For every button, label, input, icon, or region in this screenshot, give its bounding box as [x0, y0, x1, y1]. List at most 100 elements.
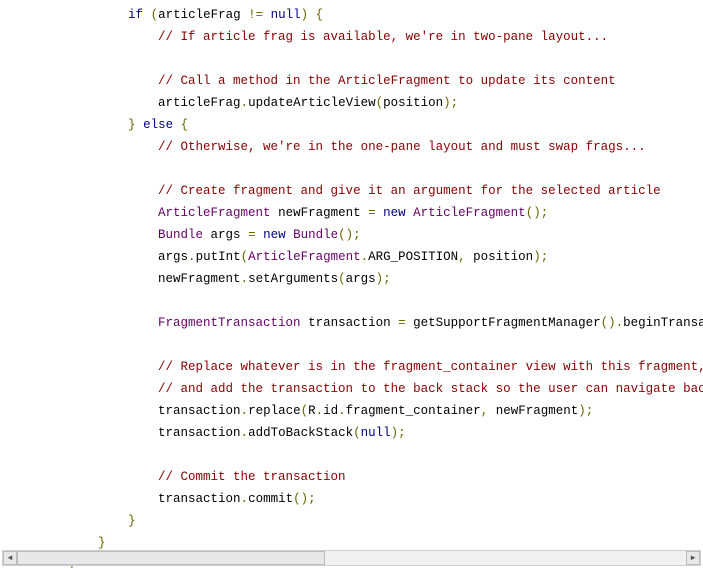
token-pun: . — [338, 404, 346, 418]
code-line: transaction.commit(); — [8, 492, 316, 506]
token-pun: } — [128, 514, 136, 528]
chevron-left-icon: ◄ — [8, 554, 13, 563]
token-pln: R — [308, 404, 316, 418]
token-pln: putInt — [196, 250, 241, 264]
code-line: if (articleFrag != null) { — [8, 8, 323, 22]
code-line — [8, 162, 68, 176]
token-pln — [376, 206, 384, 220]
token-pun: = — [398, 316, 406, 330]
code-line: } else { — [8, 118, 188, 132]
token-typ: ArticleFragment — [248, 250, 361, 264]
token-cmt: // Commit the transaction — [158, 470, 346, 484]
token-pun: . — [241, 426, 249, 440]
token-kw: if — [128, 8, 143, 22]
token-pln: updateArticleView — [248, 96, 376, 110]
token-pun: . — [241, 96, 249, 110]
code-line: newFragment.setArguments(args); — [8, 272, 391, 286]
token-pun: != — [248, 8, 263, 22]
token-pln: newFragment — [158, 272, 241, 286]
token-pun: . — [241, 272, 249, 286]
code-line — [8, 448, 68, 462]
token-pln: articleFrag — [158, 96, 241, 110]
token-pun: (); — [526, 206, 549, 220]
token-cmt: // and add the transaction to the back s… — [158, 382, 703, 396]
token-pun: ); — [376, 272, 391, 286]
code-line: ArticleFragment newFragment = new Articl… — [8, 206, 548, 220]
token-pln — [143, 8, 151, 22]
code-line: transaction.addToBackStack(null); — [8, 426, 406, 440]
token-kw: null — [361, 426, 391, 440]
token-pun: = — [248, 228, 256, 242]
token-pln — [256, 228, 264, 242]
token-pun: . — [316, 404, 324, 418]
token-pln: newFragment — [488, 404, 578, 418]
code-line: } — [8, 514, 136, 528]
token-pln: beginTransac — [623, 316, 703, 330]
code-line: Bundle args = new Bundle(); — [8, 228, 361, 242]
token-pln: args — [346, 272, 376, 286]
token-pln: addToBackStack — [248, 426, 353, 440]
token-pun: ( — [353, 426, 361, 440]
code-line: // Otherwise, we're in the one-pane layo… — [8, 140, 646, 154]
code-line: } — [8, 536, 106, 550]
token-pun: } — [98, 536, 106, 550]
token-pun: (); — [293, 492, 316, 506]
token-typ: Bundle — [158, 228, 203, 242]
token-pun: . — [241, 404, 249, 418]
token-pln: ARG_POSITION — [368, 250, 458, 264]
token-pun: = — [368, 206, 376, 220]
token-pln: position — [466, 250, 534, 264]
token-pun: (). — [601, 316, 624, 330]
token-pln: articleFrag — [158, 8, 248, 22]
token-pln — [173, 118, 181, 132]
token-kw: new — [383, 206, 406, 220]
token-pln: fragment_container — [346, 404, 481, 418]
token-cmt: // Replace whatever is in the fragment_c… — [158, 360, 703, 374]
scroll-left-button[interactable]: ◄ — [3, 551, 17, 565]
scrollbar-thumb[interactable] — [17, 551, 325, 565]
code-line — [8, 294, 68, 308]
token-pln: position — [383, 96, 443, 110]
token-cmt: // Otherwise, we're in the one-pane layo… — [158, 140, 646, 154]
token-pln: replace — [248, 404, 301, 418]
token-pun: (); — [338, 228, 361, 242]
chevron-right-icon: ► — [691, 554, 696, 563]
token-pun: } — [128, 118, 136, 132]
code-viewport: if (articleFrag != null) { // If article… — [0, 0, 703, 568]
token-pln — [136, 118, 144, 132]
token-kw: new — [263, 228, 286, 242]
code-line: // Replace whatever is in the fragment_c… — [8, 360, 703, 374]
token-cmt: // Create fragment and give it an argume… — [158, 184, 661, 198]
token-typ: Bundle — [293, 228, 338, 242]
token-pun: { — [316, 8, 324, 22]
token-pln: transaction — [158, 404, 241, 418]
token-typ: ArticleFragment — [158, 206, 271, 220]
token-pun: . — [241, 492, 249, 506]
token-pln — [263, 8, 271, 22]
token-pun: ); — [578, 404, 593, 418]
token-pln: setArguments — [248, 272, 338, 286]
token-pun: ( — [376, 96, 384, 110]
token-pun: . — [188, 250, 196, 264]
scrollbar-track[interactable] — [17, 551, 686, 565]
token-cmt: // Call a method in the ArticleFragment … — [158, 74, 616, 88]
token-pun: ( — [338, 272, 346, 286]
code-block: if (articleFrag != null) { // If article… — [8, 4, 703, 568]
token-pun: ( — [241, 250, 249, 264]
token-typ: ArticleFragment — [413, 206, 526, 220]
scroll-right-button[interactable]: ► — [686, 551, 700, 565]
horizontal-scrollbar[interactable]: ◄ ► — [2, 550, 701, 566]
token-pln: commit — [248, 492, 293, 506]
token-pln: newFragment — [271, 206, 369, 220]
code-line: // and add the transaction to the back s… — [8, 382, 703, 396]
token-pln — [286, 228, 294, 242]
token-pln: args — [158, 250, 188, 264]
code-line: args.putInt(ArticleFragment.ARG_POSITION… — [8, 250, 548, 264]
token-kw: else — [143, 118, 173, 132]
token-cmt: // If article frag is available, we're i… — [158, 30, 608, 44]
token-pun: ( — [301, 404, 309, 418]
token-pln: transaction — [158, 492, 241, 506]
code-line: transaction.replace(R.id.fragment_contai… — [8, 404, 593, 418]
code-line: // Create fragment and give it an argume… — [8, 184, 661, 198]
token-typ: FragmentTransaction — [158, 316, 301, 330]
